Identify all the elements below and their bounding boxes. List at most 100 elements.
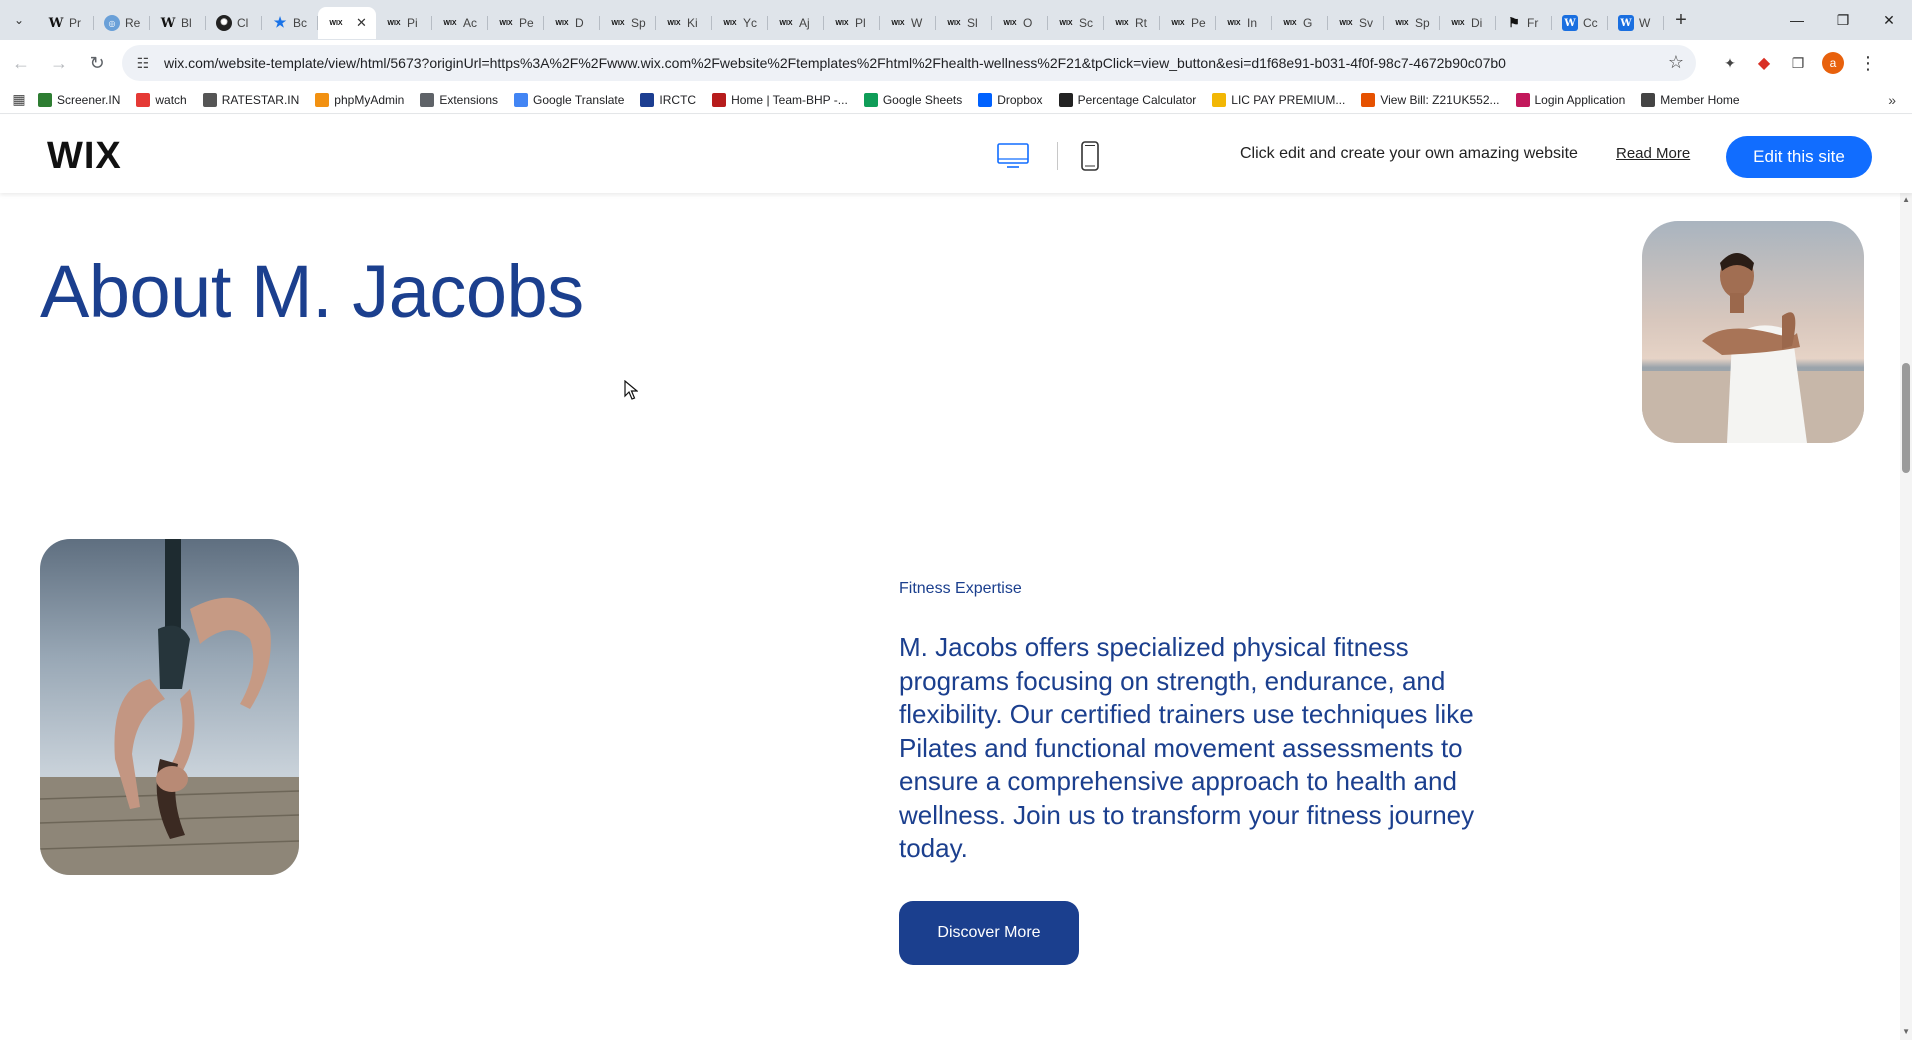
address-bar[interactable]: ☷ wix.com/website-template/view/html/567… [122, 45, 1696, 81]
tab[interactable]: ⚑ Fr [1496, 7, 1552, 39]
close-window-button[interactable]: ✕ [1866, 0, 1912, 40]
reload-button[interactable]: ↻ [80, 46, 114, 80]
bookmark-item[interactable]: watch [136, 92, 187, 107]
discover-more-button[interactable]: Discover More [899, 901, 1079, 965]
tab[interactable]: WIX Aj [768, 7, 824, 39]
bookmark-item[interactable]: Google Translate [514, 92, 624, 107]
tab[interactable]: WIX Ac [432, 7, 488, 39]
tab-label: W [1639, 16, 1651, 30]
tab[interactable]: WIX W [880, 7, 936, 39]
tab-label: Pl [855, 16, 866, 30]
bookmark-favicon-icon [514, 92, 529, 107]
scrollbar-thumb[interactable] [1902, 363, 1910, 473]
wix-logo[interactable]: WIX [47, 135, 122, 178]
tab[interactable]: ✺ Cl [206, 7, 262, 39]
page-scrollbar[interactable] [1900, 193, 1912, 1040]
mobile-view-icon[interactable] [1081, 141, 1099, 171]
extension-icon[interactable]: ✦ [1720, 53, 1740, 73]
bookmark-favicon-icon [863, 92, 878, 107]
bookmark-item[interactable]: Login Application [1515, 92, 1625, 107]
tab[interactable]: WIX Sv [1328, 7, 1384, 39]
edit-this-site-button[interactable]: Edit this site [1726, 136, 1872, 178]
puzzle-extensions-icon[interactable]: ❐ [1788, 53, 1808, 73]
tab[interactable]: WIX Pi [376, 7, 432, 39]
tab-label: Rt [1135, 16, 1147, 30]
forward-button[interactable]: → [42, 46, 76, 80]
bookmark-item[interactable]: Google Sheets [863, 92, 962, 107]
tab[interactable]: WIX Sc [1048, 7, 1104, 39]
bookmark-item[interactable]: LIC PAY PREMIUM... [1212, 92, 1346, 107]
tab-search-icon[interactable]: ⌄ [0, 0, 38, 40]
bookmark-label: LIC PAY PREMIUM... [1231, 92, 1346, 107]
tab[interactable]: ◎ Re [94, 7, 150, 39]
f-logo-icon: ⚑ [1508, 15, 1520, 31]
wix-icon: WIX [1003, 19, 1017, 27]
tab[interactable]: WIX G [1272, 7, 1328, 39]
desktop-view-icon[interactable] [997, 143, 1029, 169]
kebab-menu-icon[interactable]: ⋮ [1858, 53, 1878, 73]
bookmark-favicon-icon [136, 92, 151, 107]
section-label: Fitness Expertise [899, 580, 1022, 597]
new-tab-button[interactable]: + [1664, 0, 1698, 40]
tab[interactable]: WIX Ki [656, 7, 712, 39]
bookmark-item[interactable]: IRCTC [640, 92, 696, 107]
tab[interactable]: W Bl [150, 7, 206, 39]
url-text[interactable]: wix.com/website-template/view/html/5673?… [164, 55, 1506, 71]
scroll-down-arrow-icon[interactable]: ▼ [1902, 1027, 1910, 1036]
tab[interactable]: WIX Yc [712, 7, 768, 39]
tab[interactable]: WIX Pl [824, 7, 880, 39]
shield-extension-icon[interactable]: ◆ [1754, 53, 1774, 73]
tab[interactable]: WIX Rt [1104, 7, 1160, 39]
minimize-button[interactable]: — [1774, 0, 1820, 40]
bookmark-item[interactable]: Home | Team-BHP -... [712, 92, 848, 107]
browser-tab-strip: ⌄ W Pr ◎ Re W Bl ✺ Cl ★ Bc WIX ✕ WIX Pi WIX Ac WIX Pe WIX D… [0, 0, 1912, 40]
tab-label: Sv [1359, 16, 1374, 30]
bookmark-star-icon[interactable]: ☆ [1668, 52, 1684, 73]
wix-icon: WIX [891, 19, 905, 27]
profile-avatar[interactable]: a [1822, 52, 1844, 74]
tab[interactable]: WIX Sp [600, 7, 656, 39]
wix-icon: WIX [947, 19, 961, 27]
tab[interactable]: WIX Sp [1384, 7, 1440, 39]
yoga-backbend-photo [40, 539, 299, 875]
w-blue-icon: W [1562, 15, 1578, 31]
star-icon: ★ [273, 15, 287, 31]
restore-button[interactable]: ❐ [1820, 0, 1866, 40]
tab-active[interactable]: WIX ✕ [318, 7, 376, 39]
tab[interactable]: W Pr [38, 7, 94, 39]
more-bookmarks-chevron-icon[interactable]: » [1888, 92, 1896, 108]
bookmark-item[interactable]: Percentage Calculator [1058, 92, 1196, 107]
read-more-link[interactable]: Read More [1616, 145, 1690, 162]
bookmark-item[interactable]: phpMyAdmin [315, 92, 405, 107]
apps-grid-icon[interactable]: ▦ [0, 91, 38, 108]
w-blue-icon: W [1618, 15, 1634, 31]
wix-icon: WIX [329, 19, 343, 27]
bookmark-item[interactable]: Member Home [1641, 92, 1740, 107]
site-info-icon[interactable]: ☷ [128, 48, 158, 78]
tab[interactable]: WIX Di [1440, 7, 1496, 39]
tab[interactable]: WIX Pe [1160, 7, 1216, 39]
tab-label: O [1023, 16, 1033, 30]
tab[interactable]: WIX Sl [936, 7, 992, 39]
page-title: About M. Jacobs [40, 250, 584, 333]
globe-icon: ◎ [104, 15, 120, 31]
bookmark-item[interactable]: View Bill: Z21UK552... [1361, 92, 1500, 107]
bookmark-favicon-icon [1212, 92, 1227, 107]
bookmark-item[interactable]: Screener.IN [38, 92, 120, 107]
tab[interactable]: W Cc [1552, 7, 1608, 39]
bookmark-list: Screener.IN watch RATESTAR.IN phpMyAdmin Ext… [38, 92, 1756, 107]
tab[interactable]: WIX Pe [488, 7, 544, 39]
bookmark-item[interactable]: Extensions [420, 92, 498, 107]
close-tab-icon[interactable]: ✕ [356, 15, 367, 31]
bookmark-item[interactable]: Dropbox [978, 92, 1043, 107]
tab[interactable]: ★ Bc [262, 7, 318, 39]
bookmark-item[interactable]: RATESTAR.IN [202, 92, 299, 107]
back-button[interactable]: ← [4, 46, 38, 80]
tab[interactable]: WW [1608, 7, 1664, 39]
scroll-up-arrow-icon[interactable]: ▲ [1902, 195, 1910, 204]
wix-icon: WIX [387, 19, 401, 27]
tab[interactable]: WIX In [1216, 7, 1272, 39]
tab[interactable]: WIX D [544, 7, 600, 39]
bookmark-label: phpMyAdmin [334, 92, 405, 107]
tab[interactable]: WIX O [992, 7, 1048, 39]
